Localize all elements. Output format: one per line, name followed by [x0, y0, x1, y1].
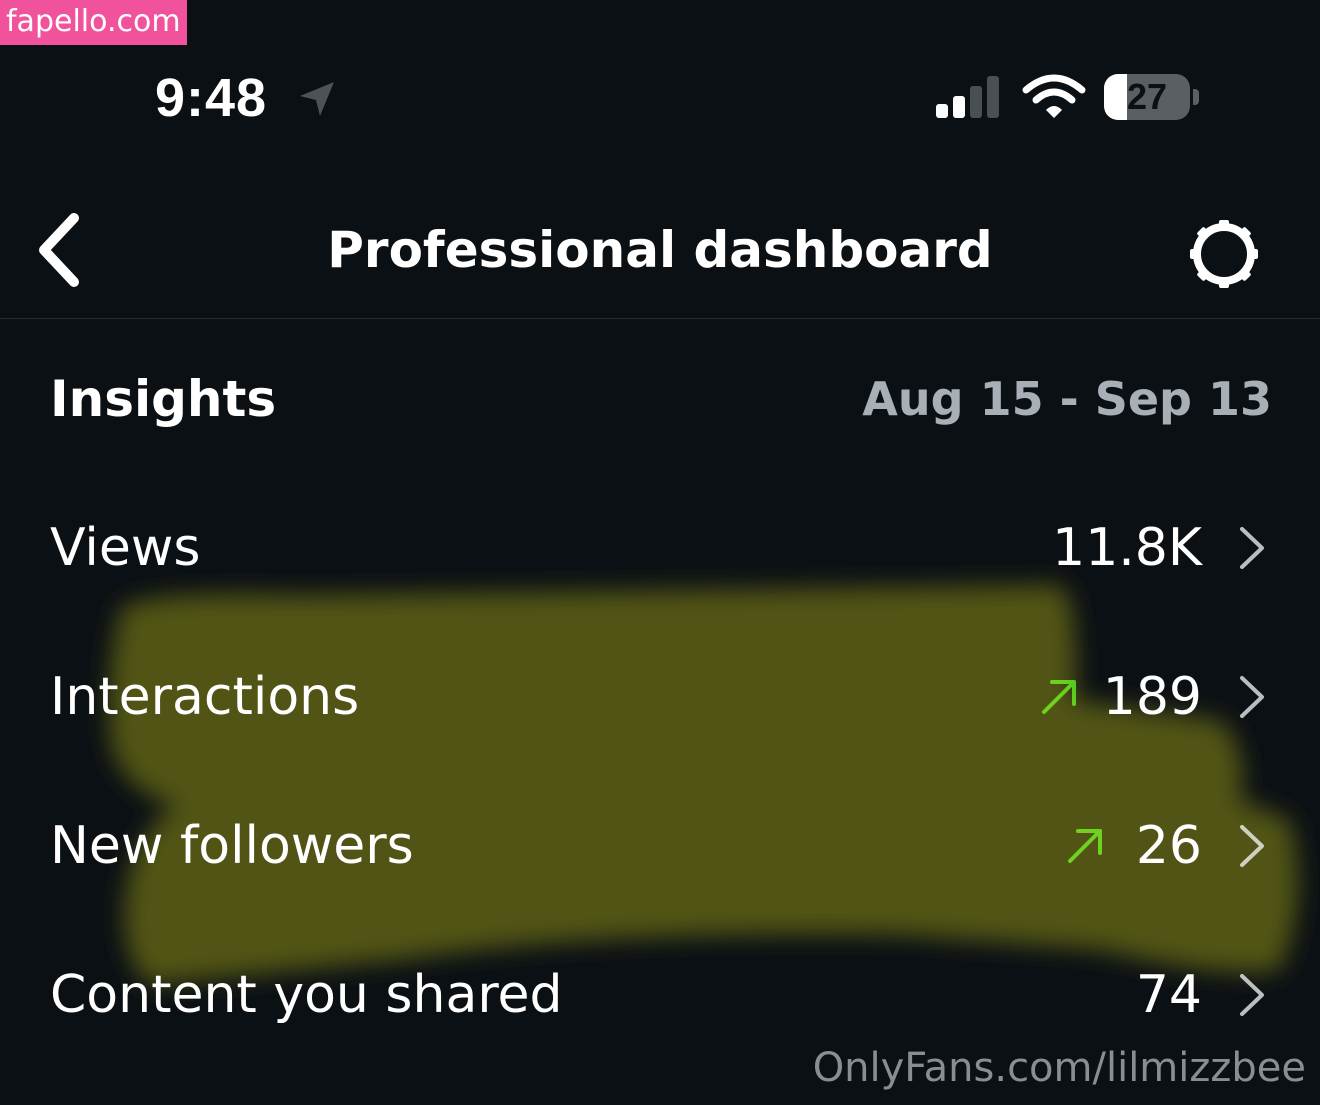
watermark-badge: fapello.com: [0, 0, 187, 45]
metric-label: Views: [50, 518, 201, 578]
gear-icon[interactable]: [1186, 216, 1262, 292]
nav-header: Professional dashboard: [0, 180, 1320, 319]
cellular-signal-icon: [936, 76, 999, 118]
up-arrow-icon: [1068, 829, 1102, 863]
metric-value: 26: [1135, 816, 1202, 876]
location-arrow-icon: [300, 82, 334, 116]
date-range[interactable]: Aug 15 - Sep 13: [862, 365, 1272, 433]
metrics-list: Views 11.8K Interactions 189 New followe…: [0, 475, 1320, 1071]
page-title: Professional dashboard: [327, 221, 993, 279]
metric-value: 189: [1102, 667, 1202, 727]
metric-value: 74: [1135, 965, 1202, 1025]
chevron-right-icon: [1240, 527, 1264, 569]
wifi-icon: [1022, 74, 1086, 118]
battery-icon: 27: [1104, 74, 1200, 120]
chevron-right-icon: [1240, 825, 1264, 867]
battery-cap: [1193, 89, 1199, 105]
up-arrow-icon: [1042, 680, 1076, 714]
status-bar: 9:48 27: [0, 60, 1320, 140]
status-time: 9:48: [155, 68, 268, 128]
metric-label: New followers: [50, 816, 414, 876]
chevron-right-icon: [1240, 676, 1264, 718]
chevron-right-icon: [1240, 974, 1264, 1016]
battery-level: 27: [1126, 76, 1168, 117]
insights-header: Insights Aug 15 - Sep 13: [50, 365, 1272, 435]
battery-body: 27: [1104, 74, 1190, 120]
metric-value: 11.8K: [1052, 518, 1202, 578]
metric-row-interactions[interactable]: Interactions 189: [0, 624, 1320, 773]
metric-row-new-followers[interactable]: New followers 26: [0, 773, 1320, 922]
metric-row-views[interactable]: Views 11.8K: [0, 475, 1320, 624]
insights-title: Insights: [50, 370, 277, 428]
watermark-text: OnlyFans.com/lilmizzbee: [812, 1045, 1306, 1091]
metric-label: Interactions: [50, 667, 360, 727]
metric-label: Content you shared: [50, 965, 563, 1025]
